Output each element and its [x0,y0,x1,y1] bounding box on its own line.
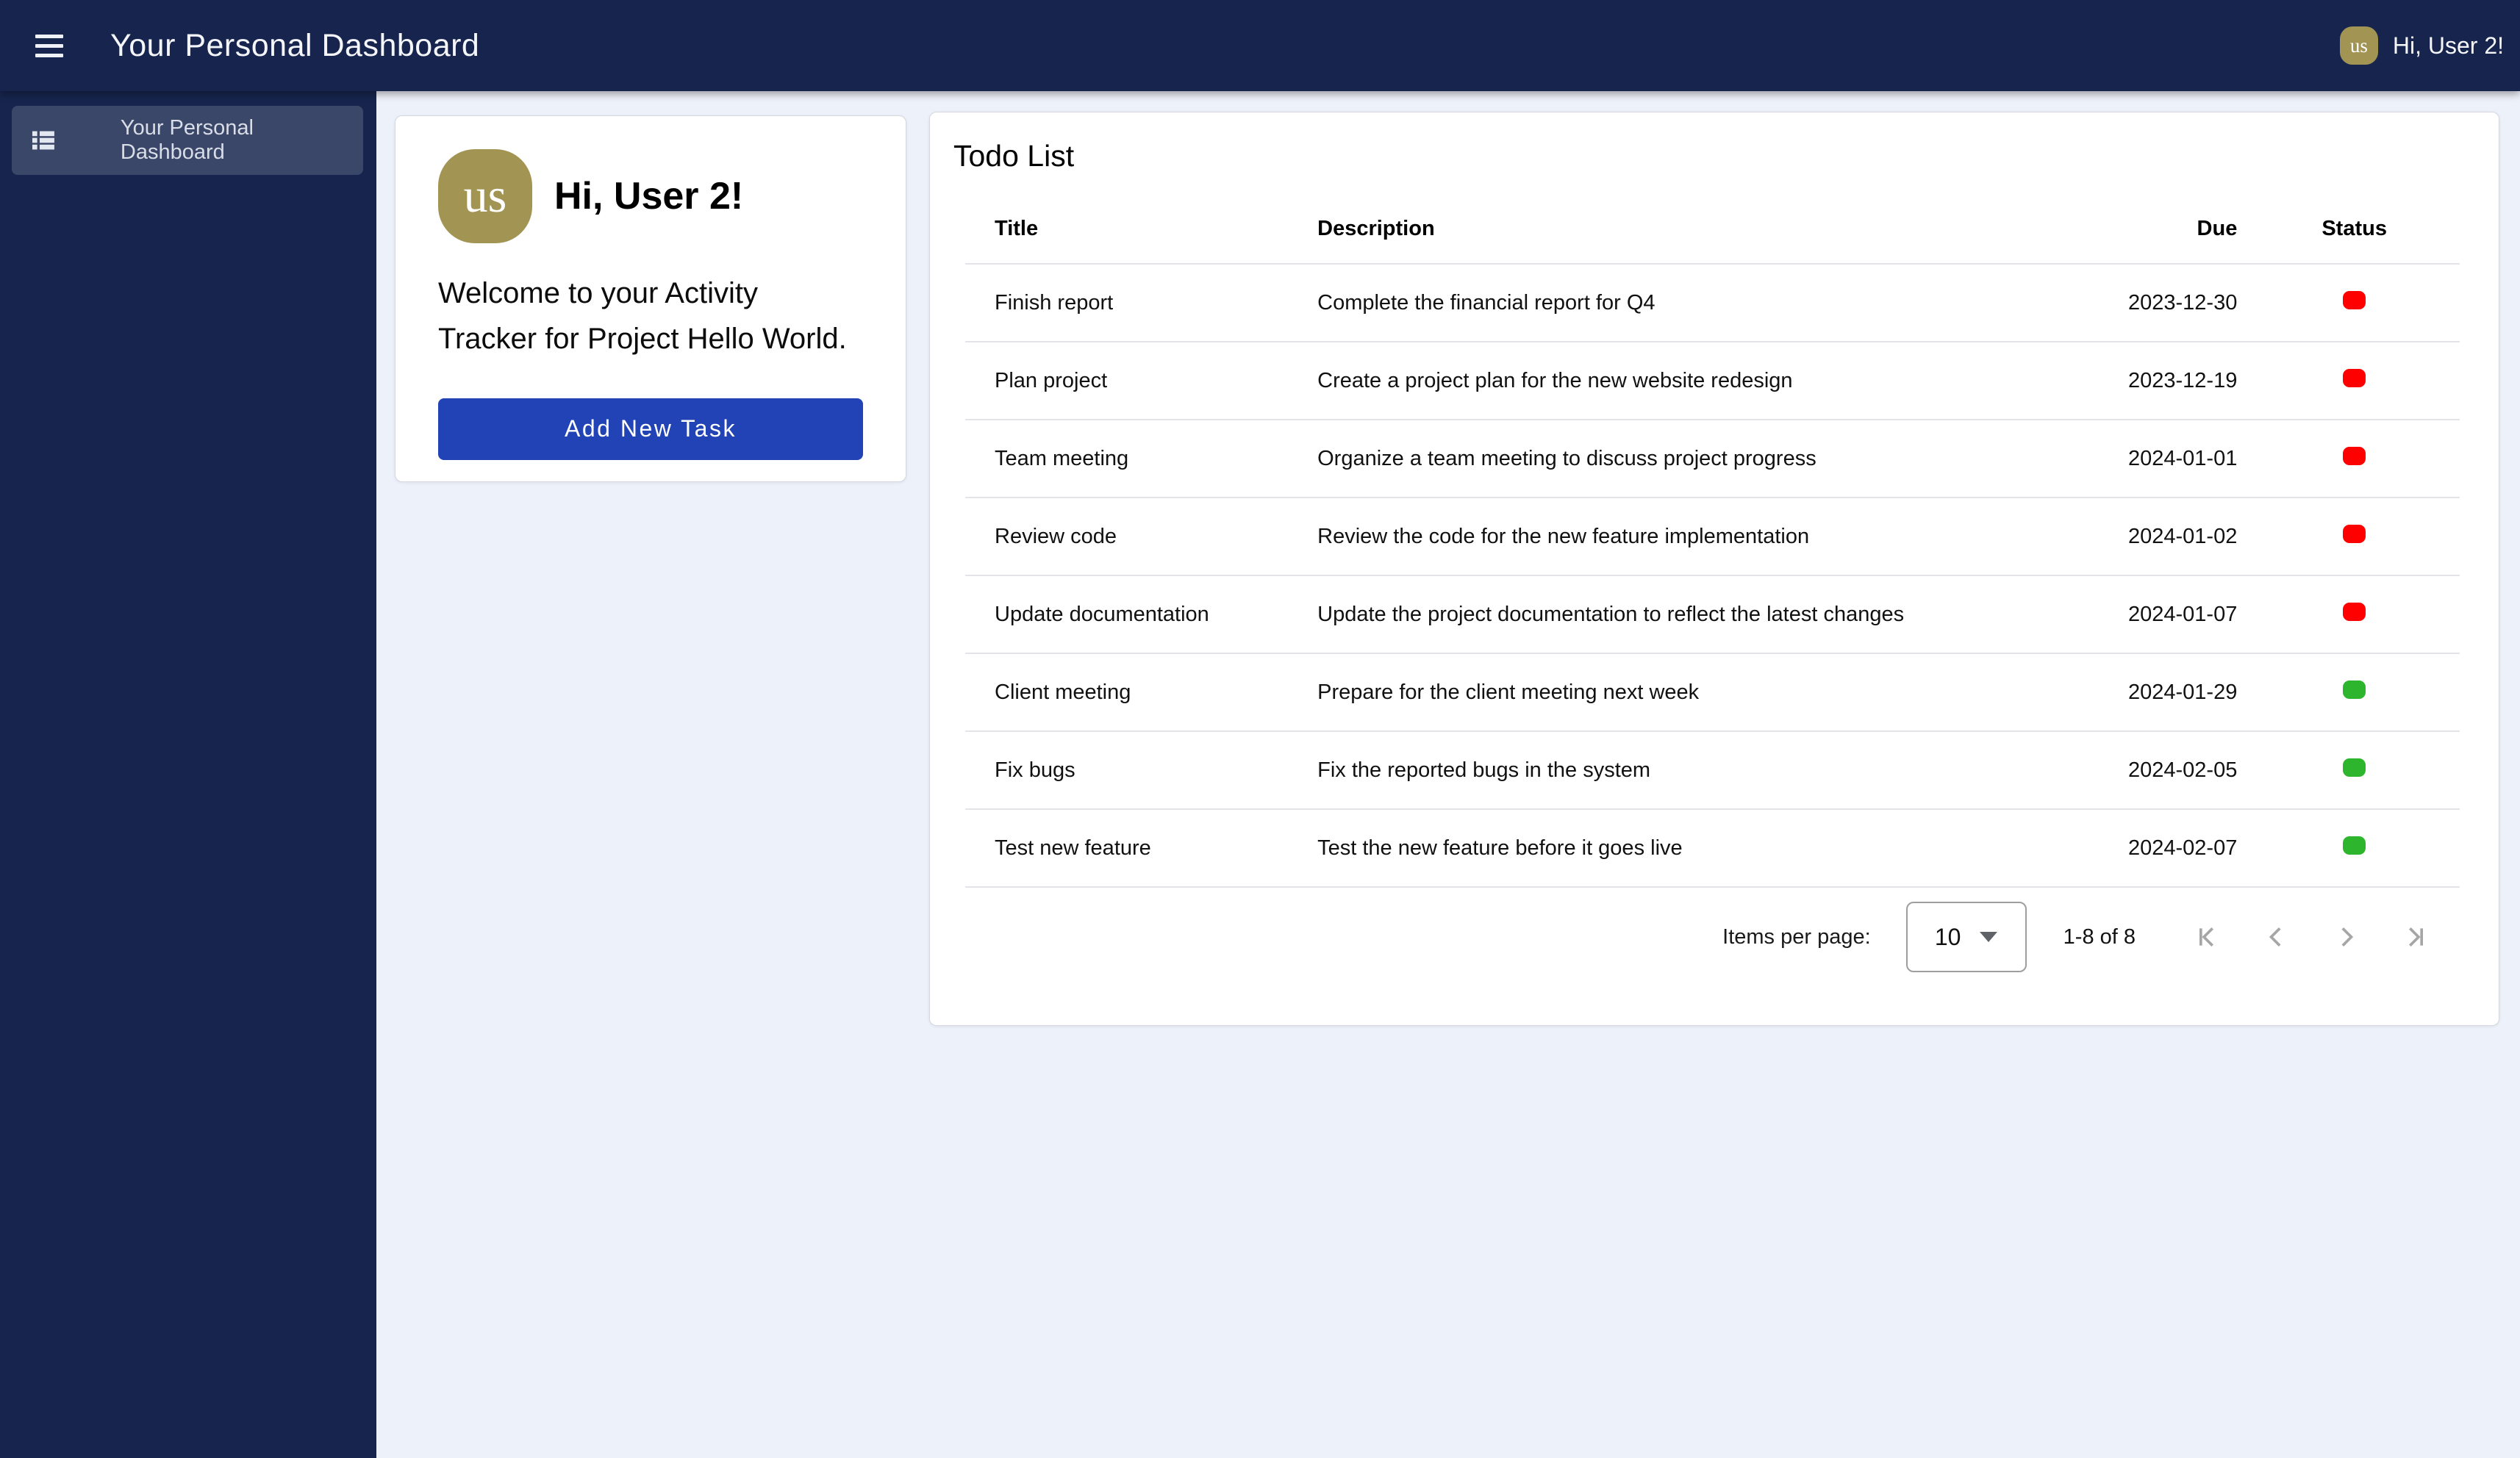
table-header-row: Title Description Due Status [965,194,2460,264]
welcome-message: Welcome to your Activity Tracker for Pro… [438,270,863,362]
cell-title: Team meeting [965,420,1288,498]
cell-title: Finish report [965,264,1288,342]
top-app-bar: Your Personal Dashboard us Hi, User 2! [0,0,2520,91]
cell-due: 2024-02-07 [1978,809,2249,887]
column-header-due: Due [1978,194,2249,264]
add-new-task-button[interactable]: Add New Task [438,398,863,460]
page-range-label: 1-8 of 8 [2063,925,2136,949]
welcome-header: us Hi, User 2! [438,148,863,244]
cell-description: Update the project documentation to refl… [1288,575,1978,653]
todo-list-card: Todo List Title Description Due Status F… [929,112,2499,1026]
cell-status [2249,809,2460,887]
avatar-initials: us [464,168,507,224]
topbar-greeting: Hi, User 2! [2393,32,2504,60]
first-page-icon[interactable] [2193,922,2222,952]
table-row: Plan project Create a project plan for t… [965,342,2460,420]
last-page-icon[interactable] [2400,922,2430,952]
items-per-page-label: Items per page: [1722,925,1871,949]
cell-description: Complete the financial report for Q4 [1288,264,1978,342]
column-header-description: Description [1288,194,1978,264]
cell-status [2249,264,2460,342]
status-badge [2343,447,2366,465]
cell-title: Review code [965,498,1288,575]
app-title: Your Personal Dashboard [110,28,479,64]
table-row: Fix bugs Fix the reported bugs in the sy… [965,731,2460,809]
cell-status [2249,498,2460,575]
table-row: Review code Review the code for the new … [965,498,2460,575]
column-header-status: Status [2249,194,2460,264]
cell-status [2249,420,2460,498]
cell-status [2249,731,2460,809]
column-header-title: Title [965,194,1288,264]
table-row: Client meeting Prepare for the client me… [965,653,2460,731]
table-row: Test new feature Test the new feature be… [965,809,2460,887]
todo-table: Title Description Due Status Finish repo… [965,194,2460,888]
todo-list-title: Todo List [953,139,2499,173]
welcome-heading: Hi, User 2! [554,174,743,218]
page-size-value: 10 [1935,924,1961,951]
cell-status [2249,575,2460,653]
next-page-icon[interactable] [2331,922,2360,952]
cell-description: Review the code for the new feature impl… [1288,498,1978,575]
cell-due: 2024-01-01 [1978,420,2249,498]
cell-due: 2023-12-30 [1978,264,2249,342]
status-badge [2343,369,2366,387]
dropdown-caret-icon [1980,932,1997,942]
table-paginator: Items per page: 10 1-8 of 8 [930,897,2430,977]
cell-due: 2024-01-07 [1978,575,2249,653]
cell-title: Test new feature [965,809,1288,887]
user-avatar-large: us [438,149,532,243]
cell-status [2249,342,2460,420]
list-icon [29,126,58,155]
cell-due: 2024-02-05 [1978,731,2249,809]
table-row: Update documentation Update the project … [965,575,2460,653]
main-content: us Hi, User 2! Welcome to your Activity … [376,91,2520,1458]
cell-title: Fix bugs [965,731,1288,809]
cell-description: Create a project plan for the new websit… [1288,342,1978,420]
status-badge [2343,680,2366,699]
cell-description: Fix the reported bugs in the system [1288,731,1978,809]
cell-title: Update documentation [965,575,1288,653]
paginator-buttons [2193,922,2430,952]
cell-status [2249,653,2460,731]
cell-title: Plan project [965,342,1288,420]
sidebar-item-dashboard[interactable]: Your Personal Dashboard [12,106,363,175]
user-avatar: us [2340,26,2378,65]
status-badge [2343,836,2366,855]
cell-due: 2024-01-29 [1978,653,2249,731]
sidebar-item-label: Your Personal Dashboard [121,116,363,165]
status-badge [2343,291,2366,309]
table-row: Finish report Complete the financial rep… [965,264,2460,342]
table-row: Team meeting Organize a team meeting to … [965,420,2460,498]
cell-description: Organize a team meeting to discuss proje… [1288,420,1978,498]
menu-icon[interactable] [35,35,63,57]
sidebar: Your Personal Dashboard [0,91,376,1458]
status-badge [2343,758,2366,777]
cell-due: 2023-12-19 [1978,342,2249,420]
cell-due: 2024-01-02 [1978,498,2249,575]
welcome-card: us Hi, User 2! Welcome to your Activity … [395,115,906,482]
cell-description: Test the new feature before it goes live [1288,809,1978,887]
previous-page-icon[interactable] [2262,922,2291,952]
page-size-select[interactable]: 10 [1906,902,2027,972]
avatar-initials: us [2350,35,2368,57]
status-badge [2343,525,2366,543]
cell-description: Prepare for the client meeting next week [1288,653,1978,731]
cell-title: Client meeting [965,653,1288,731]
page-shell: Your Personal Dashboard us Hi, User 2! W… [0,91,2520,1458]
status-badge [2343,603,2366,621]
